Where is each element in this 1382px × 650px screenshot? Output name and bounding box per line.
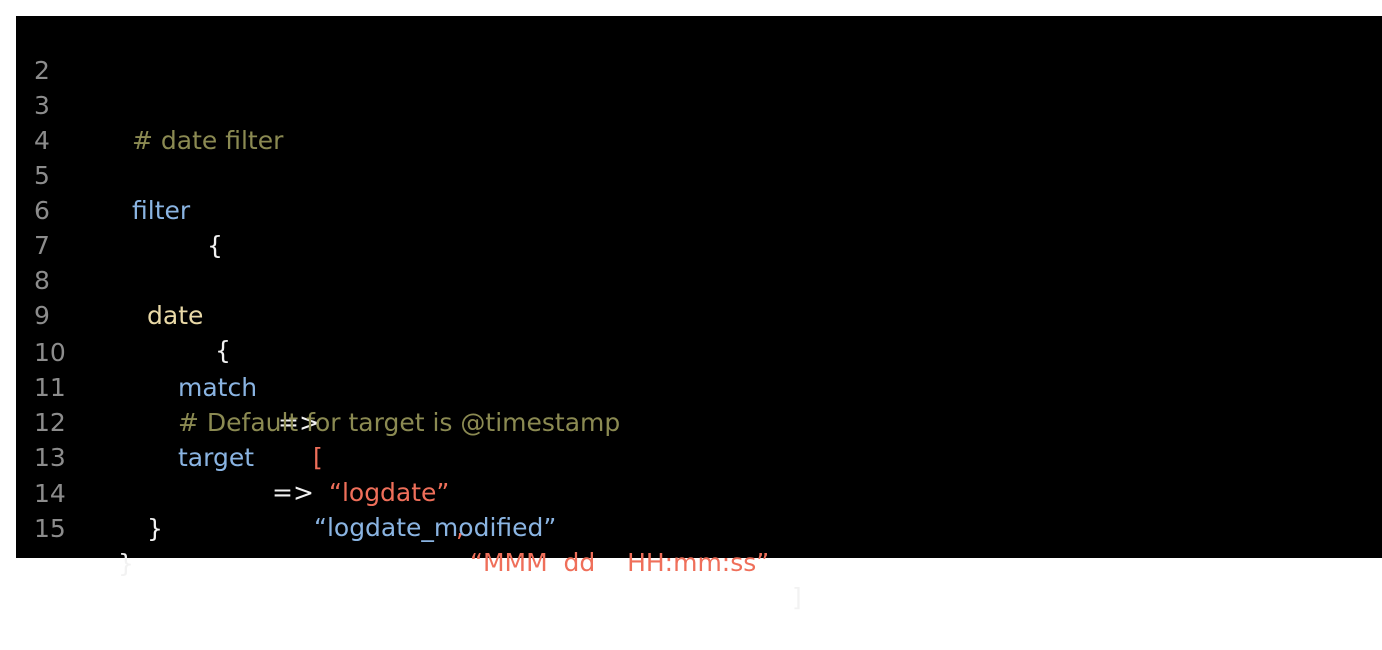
code-line: 4 — [16, 88, 50, 155]
code-key-target: target — [178, 443, 255, 472]
code-line: 2 — [16, 18, 50, 85]
code-string-logdate: “logdate” — [329, 478, 450, 507]
code-line: 14 } — [16, 441, 163, 543]
code-key-match: match — [178, 373, 258, 402]
code-arrow: => — [272, 478, 314, 507]
code-keyword-filter: filter — [132, 196, 191, 225]
code-open-brace: { — [207, 231, 223, 260]
code-string-target: “logdate_modified” — [314, 513, 557, 542]
code-editor: 2 3 # date filter 4 5 filter { 6 7 8 dat… — [16, 16, 1382, 612]
code-line: 10 match => [ “logdate” , “MMM dd HH:mm:… — [16, 300, 802, 612]
code-line: 5 filter { — [16, 123, 223, 260]
code-close-brace: } — [147, 514, 163, 543]
code-open-brace: { — [215, 336, 231, 365]
code-line: 12 target => “logdate_modified” — [16, 370, 556, 542]
code-line: 9 — [16, 263, 50, 330]
code-line: 15 } — [16, 476, 134, 578]
code-comment: # date filter — [132, 126, 284, 155]
code-line: 13 — [16, 405, 66, 472]
code-open-bracket: [ — [313, 443, 323, 472]
line-number: 15 — [34, 514, 66, 543]
code-line: 6 — [16, 158, 50, 225]
code-comment: # Default for target is @timestamp — [178, 408, 621, 437]
code-line: 8 date { — [16, 228, 231, 365]
code-string-format: “MMM dd HH:mm:ss” — [470, 548, 770, 577]
code-keyword-date: date — [147, 301, 204, 330]
code-close-bracket: ] — [792, 583, 802, 612]
code-line: 11 # Default for target is @timestamp — [16, 335, 620, 437]
code-line: 3 # date filter — [16, 53, 283, 155]
code-line: 7 — [16, 193, 50, 260]
code-close-brace: } — [118, 549, 134, 578]
